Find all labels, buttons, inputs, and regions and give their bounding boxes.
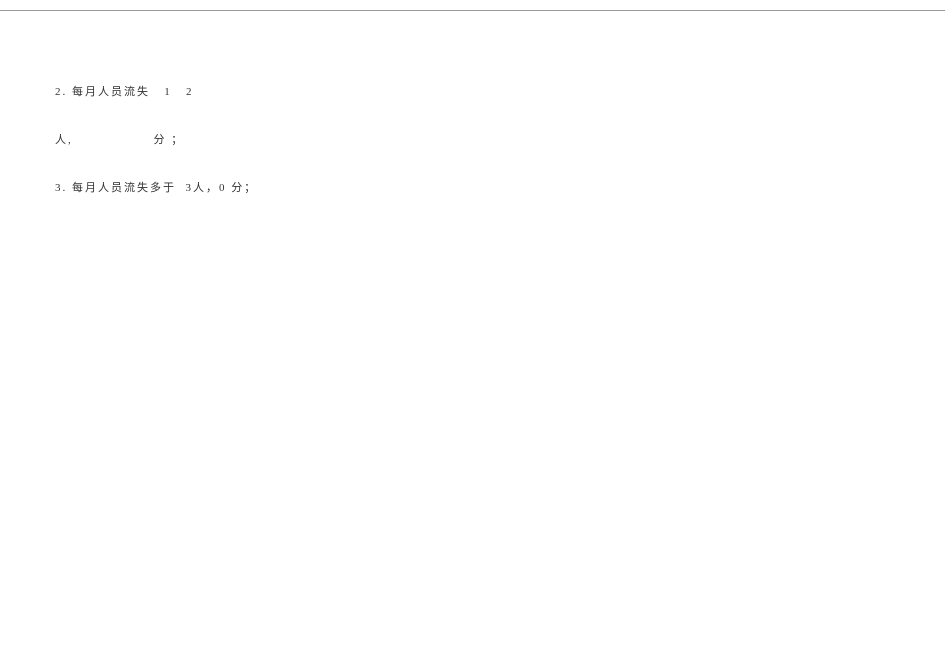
document-body: 2. 每月人员流失 1 2 人, 分 ； 3. 每月人员流失多于 3人，0 分； — [55, 53, 257, 212]
rule-item-3-rest: 3人，0 分； — [186, 182, 258, 194]
rule-item-3: 3. 每月人员流失多于 3人，0 分； — [55, 181, 257, 197]
rule-item-2-line-1: 2. 每月人员流失 1 2 — [55, 85, 257, 101]
horizontal-rule — [0, 10, 945, 11]
rule-item-3-prefix: 3. 每月人员流失多于 — [55, 182, 186, 194]
rule-item-2-line-2: 人, 分 ； — [55, 133, 257, 149]
